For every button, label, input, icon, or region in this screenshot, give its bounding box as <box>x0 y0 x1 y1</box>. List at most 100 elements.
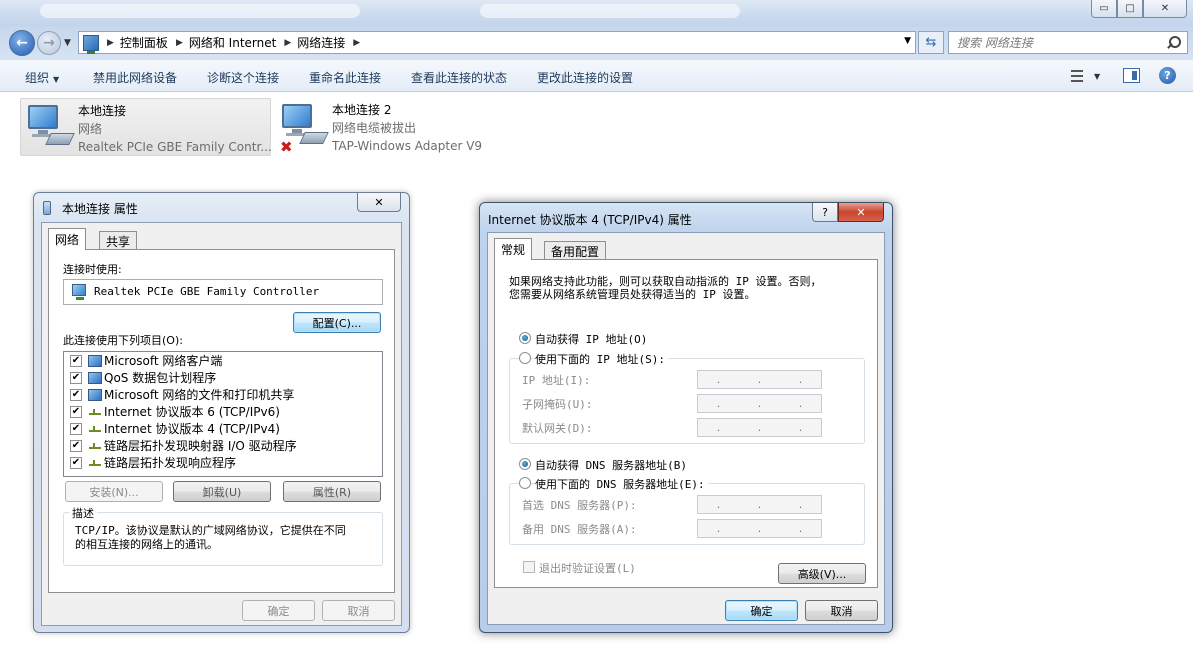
forward-button[interactable]: → <box>37 31 61 55</box>
list-item[interactable]: ✔ 链路层拓扑发现映射器 I/O 驱动程序 <box>70 437 297 454</box>
tab-sharing[interactable]: 共享 <box>99 231 138 251</box>
list-item[interactable]: ✔ Microsoft 网络客户端 <box>70 352 222 369</box>
item-checkbox[interactable]: ✔ <box>70 405 82 418</box>
configure-button[interactable]: 配置(C)... <box>293 312 381 333</box>
advanced-button[interactable]: 高级(V)... <box>778 563 866 584</box>
tab-general[interactable]: 常规 <box>494 238 533 260</box>
breadcrumb-control-panel[interactable]: 控制面板 <box>120 34 168 51</box>
manual-ip-label[interactable]: 使用下面的 IP 地址(S): <box>535 351 668 367</box>
components-list[interactable]: ✔ Microsoft 网络客户端 ✔ QoS 数据包计划程序 ✔ Micros… <box>63 351 383 477</box>
view-options-dropdown[interactable]: ▼ <box>1094 72 1100 81</box>
address-history-dropdown[interactable]: ▼ <box>904 36 911 46</box>
dialog-close-button[interactable]: ✕ <box>357 193 401 212</box>
manual-dns-label[interactable]: 使用下面的 DNS 服务器地址(E): <box>535 476 708 492</box>
breadcrumb-network-internet[interactable]: 网络和 Internet <box>189 34 276 51</box>
list-item[interactable]: ✔ Internet 协议版本 4 (TCP/IPv4) <box>70 420 280 437</box>
manual-dns-radio[interactable] <box>519 477 531 489</box>
view-status-button[interactable]: 查看此连接的状态 <box>411 69 507 86</box>
dialog-close-button[interactable]: ✕ <box>838 203 884 222</box>
uninstall-button[interactable]: 卸载(U) <box>173 481 271 502</box>
ip-octet-dot: . <box>757 373 762 386</box>
breadcrumb-separator[interactable]: ▶ <box>176 38 183 48</box>
back-arrow-icon: ← <box>16 35 28 51</box>
list-item[interactable]: ✔ Internet 协议版本 6 (TCP/IPv6) <box>70 403 280 420</box>
ip-address-field[interactable]: ... <box>697 370 822 389</box>
ip-octet-dot: . <box>798 522 803 535</box>
item-checkbox[interactable]: ✔ <box>70 371 82 384</box>
properties-button[interactable]: 属性(R) <box>283 481 381 502</box>
preview-pane-icon[interactable] <box>1123 68 1140 83</box>
network-client-icon <box>88 354 102 367</box>
auto-dns-radio[interactable] <box>519 458 531 470</box>
breadcrumb-separator[interactable]: ▶ <box>284 38 291 48</box>
ok-button[interactable]: 确定 <box>242 600 315 621</box>
auto-ip-label[interactable]: 自动获得 IP 地址(O) <box>535 331 647 347</box>
breadcrumb-network-connections[interactable]: 网络连接 <box>297 34 345 51</box>
disable-device-button[interactable]: 禁用此网络设备 <box>93 69 177 86</box>
titlebar-glare <box>40 4 360 18</box>
rename-connection-button[interactable]: 重命名此连接 <box>309 69 381 86</box>
list-item-label: QoS 数据包计划程序 <box>104 371 217 385</box>
tab-networking[interactable]: 网络 <box>48 228 87 250</box>
item-checkbox[interactable]: ✔ <box>70 456 82 469</box>
list-item-label: 链路层拓扑发现映射器 I/O 驱动程序 <box>104 439 297 453</box>
protocol-icon <box>88 440 102 452</box>
diagnose-connection-button[interactable]: 诊断这个连接 <box>207 69 279 86</box>
network-service-icon <box>88 371 102 384</box>
preferred-dns-label: 首选 DNS 服务器(P): <box>522 499 637 512</box>
alternate-dns-field[interactable]: ... <box>697 519 822 538</box>
search-icon[interactable] <box>1166 34 1184 52</box>
ip-octet-dot: . <box>757 421 762 434</box>
preferred-dns-field[interactable]: ... <box>697 495 822 514</box>
breadcrumb-separator[interactable]: ▶ <box>107 38 114 48</box>
tab-alternate-config[interactable]: 备用配置 <box>544 241 607 261</box>
network-adapter-icon: ✖ <box>280 102 330 156</box>
help-button[interactable]: ? <box>812 203 838 222</box>
breadcrumb-separator[interactable]: ▶ <box>353 38 360 48</box>
change-settings-button[interactable]: 更改此连接的设置 <box>537 69 633 86</box>
refresh-button[interactable]: ⇆ <box>918 31 944 54</box>
auto-ip-radio[interactable] <box>519 332 531 344</box>
gateway-field[interactable]: ... <box>697 418 822 437</box>
search-input[interactable] <box>957 35 1166 50</box>
description-line-2: 的相互连接的网络上的通讯。 <box>75 538 218 551</box>
install-button[interactable]: 安装(N)... <box>65 481 163 502</box>
connection-name: 本地连接 2 <box>332 103 392 117</box>
connection-item-local-2[interactable]: ✖ 本地连接 2 网络电缆被拔出 TAP-Windows Adapter V9 <box>275 98 505 156</box>
view-options-icon[interactable] <box>1069 68 1085 84</box>
ip-octet-dot: . <box>716 522 721 535</box>
ip-octet-dot: . <box>757 522 762 535</box>
close-window-button[interactable]: ✕ <box>1143 0 1187 18</box>
maximize-button[interactable]: □ <box>1117 0 1143 18</box>
search-box[interactable] <box>948 31 1188 54</box>
list-item[interactable]: ✔ QoS 数据包计划程序 <box>70 369 216 386</box>
item-checkbox[interactable]: ✔ <box>70 388 82 401</box>
minimize-button[interactable]: ▭ <box>1091 0 1117 18</box>
address-bar[interactable]: ▶ 控制面板 ▶ 网络和 Internet ▶ 网络连接 ▶ ▼ <box>78 31 916 54</box>
forward-arrow-icon: → <box>43 35 55 51</box>
item-checkbox[interactable]: ✔ <box>70 354 82 367</box>
cancel-button[interactable]: 取消 <box>805 600 878 621</box>
item-checkbox[interactable]: ✔ <box>70 439 82 452</box>
auto-dns-label[interactable]: 自动获得 DNS 服务器地址(B) <box>535 457 687 473</box>
item-checkbox[interactable]: ✔ <box>70 422 82 435</box>
general-tab-panel: 如果网络支持此功能，则可以获取自动指派的 IP 设置。否则， 您需要从网络系统管… <box>494 259 878 588</box>
gateway-label: 默认网关(D): <box>522 422 593 435</box>
connection-item-local[interactable]: 本地连接 网络 Realtek PCIe GBE Family Contr... <box>20 98 272 156</box>
protocol-icon <box>88 457 102 469</box>
ok-button[interactable]: 确定 <box>725 600 798 621</box>
networking-tab-panel: 连接时使用: Realtek PCIe GBE Family Controlle… <box>48 249 395 593</box>
validate-on-exit-label[interactable]: 退出时验证设置(L) <box>539 560 636 576</box>
back-button[interactable]: ← <box>9 30 35 56</box>
help-icon[interactable]: ? <box>1159 67 1176 84</box>
list-item[interactable]: ✔ 链路层拓扑发现响应程序 <box>70 454 236 471</box>
validate-on-exit-checkbox[interactable] <box>523 561 535 573</box>
connection-status: 网络电缆被拔出 <box>332 121 417 135</box>
cancel-button[interactable]: 取消 <box>322 600 395 621</box>
list-item[interactable]: ✔ Microsoft 网络的文件和打印机共享 <box>70 386 294 403</box>
manual-ip-radio[interactable] <box>519 352 531 364</box>
recent-pages-dropdown[interactable]: ▼ <box>64 38 71 48</box>
dialog-title: Internet 协议版本 4 (TCP/IPv4) 属性 <box>488 213 692 227</box>
organize-menu[interactable]: 组织 ▼ <box>25 69 59 86</box>
subnet-mask-field[interactable]: ... <box>697 394 822 413</box>
